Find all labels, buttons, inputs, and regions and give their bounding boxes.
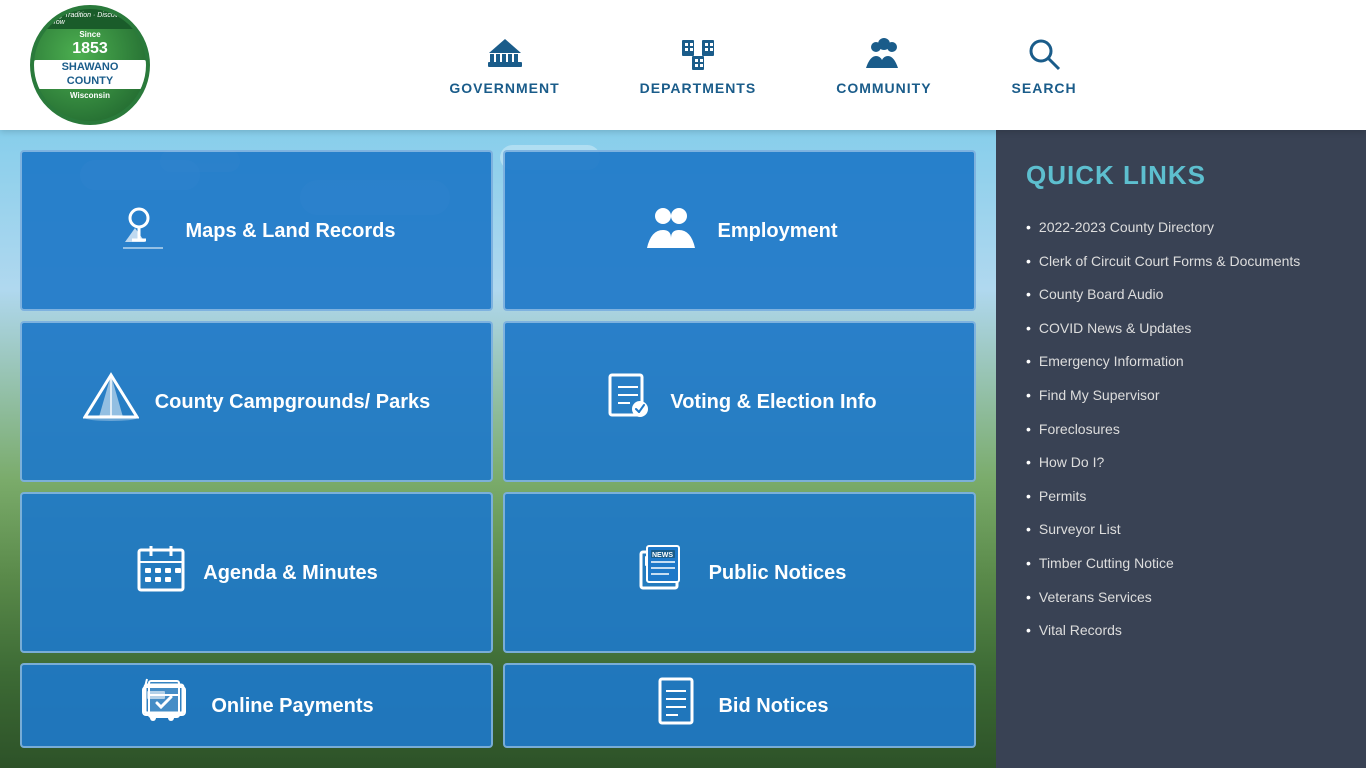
ql-item-covid-news[interactable]: COVID News & Updates [1026, 312, 1336, 346]
tile-campgrounds-label: County Campgrounds/ Parks [155, 389, 431, 415]
tile-employment[interactable]: Employment [503, 150, 976, 311]
nav-departments-label: DEPARTMENTS [640, 80, 757, 96]
ql-item-veterans-services[interactable]: Veterans Services [1026, 581, 1336, 615]
tile-bid-notices[interactable]: Bid Notices [503, 663, 976, 748]
gov-icon [485, 34, 525, 74]
news-icon: NEWS [633, 542, 693, 603]
ql-link-clerk-forms[interactable]: Clerk of Circuit Court Forms & Documents [1039, 252, 1300, 272]
ballot-icon [602, 371, 654, 432]
map-icon [117, 200, 169, 261]
tile-online-payments-label: Online Payments [211, 693, 373, 719]
tile-maps-land-records[interactable]: Maps & Land Records [20, 150, 493, 311]
county-name-badge: SHAWANO COUNTY [34, 60, 146, 88]
ql-item-foreclosures[interactable]: Foreclosures [1026, 413, 1336, 447]
logo-area[interactable]: Honoring Tradition · Discovering Tomorro… [30, 5, 190, 125]
hero-area: Maps & Land Records Employment [0, 130, 996, 768]
ql-link-county-directory[interactable]: 2022-2023 County Directory [1039, 218, 1214, 238]
svg-text:NEWS: NEWS [652, 552, 673, 559]
nav-community[interactable]: COMMUNITY [836, 34, 931, 96]
ql-item-emergency-info[interactable]: Emergency Information [1026, 345, 1336, 379]
ql-item-how-do-i[interactable]: How Do I? [1026, 446, 1336, 480]
ql-link-veterans-services[interactable]: Veterans Services [1039, 588, 1152, 608]
tile-online-payments[interactable]: Online Payments [20, 663, 493, 748]
tile-agenda-label: Agenda & Minutes [203, 560, 377, 586]
ql-link-how-do-i[interactable]: How Do I? [1039, 453, 1104, 473]
ql-item-find-supervisor[interactable]: Find My Supervisor [1026, 379, 1336, 413]
logo-inner: Since 1853 SHAWANO COUNTY Wisconsin [34, 30, 146, 101]
ql-link-permits[interactable]: Permits [1039, 487, 1086, 507]
tent-icon [83, 371, 139, 432]
ql-item-timber-cutting[interactable]: Timber Cutting Notice [1026, 547, 1336, 581]
nav-government-label: GOVERNMENT [449, 80, 559, 96]
cart-icon [139, 675, 195, 736]
ql-link-emergency-info[interactable]: Emergency Information [1039, 352, 1184, 372]
tile-maps-label: Maps & Land Records [185, 218, 395, 244]
ql-link-find-supervisor[interactable]: Find My Supervisor [1039, 386, 1160, 406]
ql-link-surveyor-list[interactable]: Surveyor List [1039, 520, 1121, 540]
ql-item-county-board-audio[interactable]: County Board Audio [1026, 278, 1336, 312]
search-icon [1024, 34, 1064, 74]
quick-links-list: 2022-2023 County Directory Clerk of Circ… [1026, 211, 1336, 648]
dept-icon [678, 34, 718, 74]
calendar-icon [135, 542, 187, 603]
tile-employment-label: Employment [717, 218, 837, 244]
tile-public-notices[interactable]: NEWS Public Notices [503, 492, 976, 653]
quick-links-title: QUICK LINKS [1026, 160, 1336, 191]
employment-icon [641, 200, 701, 261]
nav-search[interactable]: SEARCH [1012, 34, 1077, 96]
nav-government[interactable]: GOVERNMENT [449, 34, 559, 96]
ql-item-surveyor-list[interactable]: Surveyor List [1026, 513, 1336, 547]
doc-icon [650, 675, 702, 736]
comm-icon [864, 34, 904, 74]
nav-departments[interactable]: DEPARTMENTS [640, 34, 757, 96]
ql-link-covid-news[interactable]: COVID News & Updates [1039, 319, 1192, 339]
logo[interactable]: Honoring Tradition · Discovering Tomorro… [30, 5, 150, 125]
quick-links-sidebar: QUICK LINKS 2022-2023 County Directory C… [996, 130, 1366, 768]
ql-link-timber-cutting[interactable]: Timber Cutting Notice [1039, 554, 1174, 574]
tile-public-notices-label: Public Notices [709, 560, 847, 586]
tile-campgrounds[interactable]: County Campgrounds/ Parks [20, 321, 493, 482]
nav-area: GOVERNMENT DEPARTMENTS [190, 34, 1336, 96]
logo-tagline: Honoring Tradition · Discovering Tomorro… [34, 9, 146, 29]
nav-search-label: SEARCH [1012, 80, 1077, 96]
ql-item-county-directory[interactable]: 2022-2023 County Directory [1026, 211, 1336, 245]
ql-item-permits[interactable]: Permits [1026, 480, 1336, 514]
ql-item-vital-records[interactable]: Vital Records [1026, 614, 1336, 648]
tile-bid-notices-label: Bid Notices [718, 693, 828, 719]
nav-community-label: COMMUNITY [836, 80, 931, 96]
ql-link-vital-records[interactable]: Vital Records [1039, 621, 1122, 641]
tile-agenda[interactable]: Agenda & Minutes [20, 492, 493, 653]
tile-voting-label: Voting & Election Info [670, 389, 876, 415]
ql-link-foreclosures[interactable]: Foreclosures [1039, 420, 1120, 440]
main-content: Maps & Land Records Employment [0, 130, 1366, 768]
tile-voting[interactable]: Voting & Election Info [503, 321, 976, 482]
ql-link-county-board-audio[interactable]: County Board Audio [1039, 285, 1164, 305]
header: Honoring Tradition · Discovering Tomorro… [0, 0, 1366, 130]
ql-item-clerk-forms[interactable]: Clerk of Circuit Court Forms & Documents [1026, 245, 1336, 279]
tile-grid: Maps & Land Records Employment [0, 130, 996, 768]
